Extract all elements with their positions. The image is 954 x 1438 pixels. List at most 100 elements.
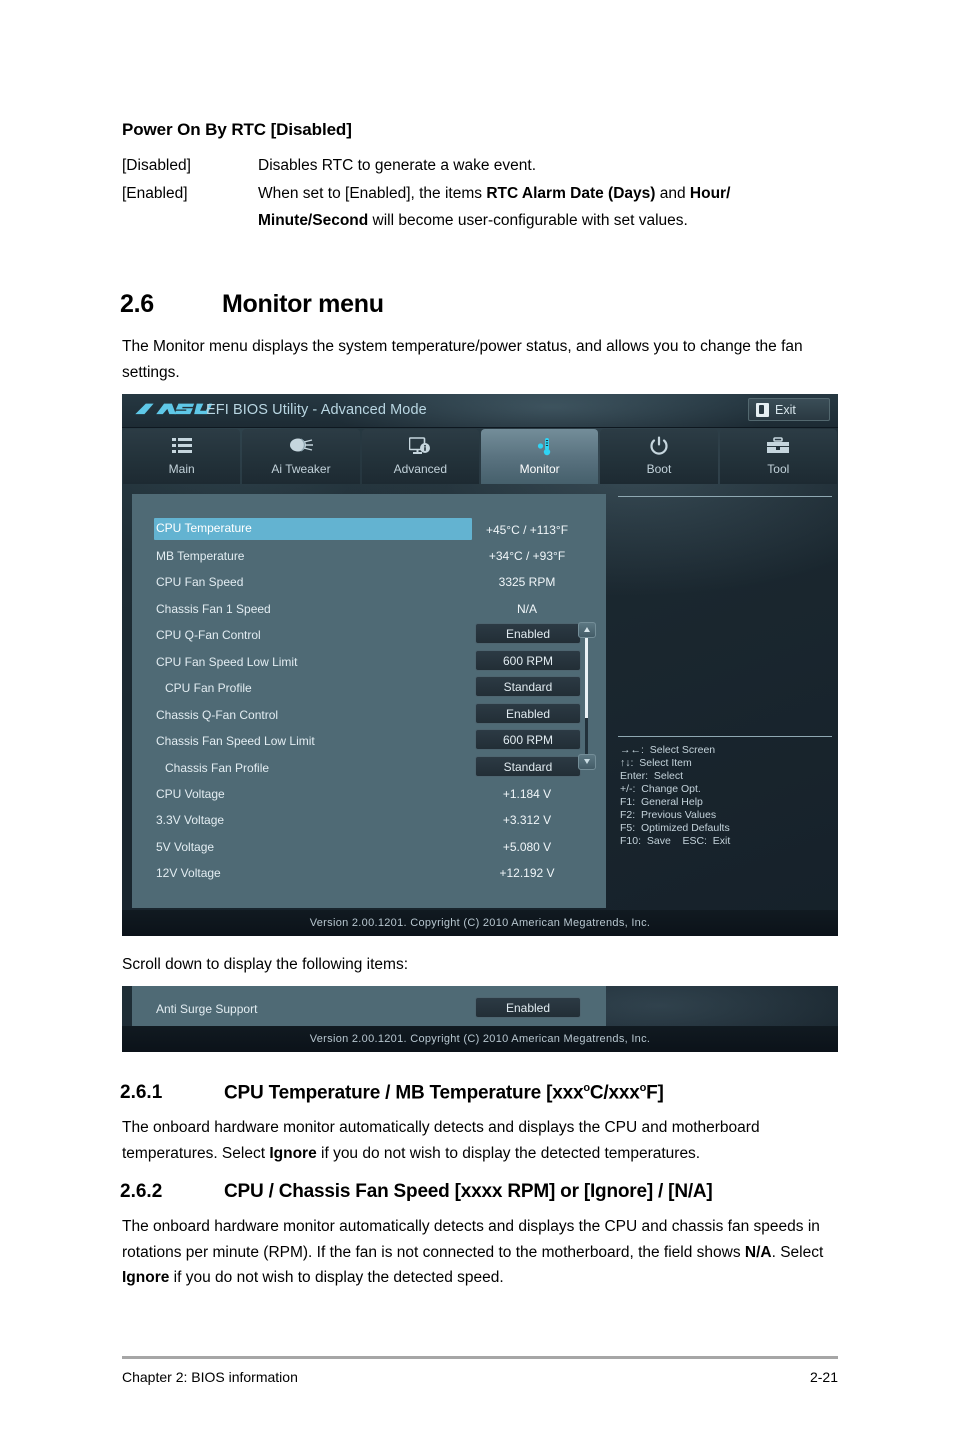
tuning-knob-icon	[288, 435, 314, 457]
scroll-up-arrow-icon[interactable]	[578, 622, 596, 638]
row-cpu-voltage[interactable]: CPU Voltage +1.184 V	[132, 782, 606, 808]
scrollbar[interactable]	[577, 494, 597, 908]
row-chassis-q-fan-control[interactable]: Chassis Q-Fan Control Enabled	[132, 703, 606, 729]
row-label: Anti Surge Support	[156, 1002, 258, 1016]
row-cpu-fan-speed-low-limit[interactable]: CPU Fan Speed Low Limit 600 RPM	[132, 650, 606, 676]
option-def-disabled: Disables RTC to generate a wake event.	[258, 157, 537, 174]
row-label: MB Temperature	[156, 549, 245, 563]
key-legend: →←: Select Screen ↑↓: Select Item Enter:…	[620, 744, 731, 847]
row-mb-temperature[interactable]: MB Temperature +34°C / +93°F	[132, 544, 606, 570]
row-label: Chassis Fan Profile	[165, 761, 270, 775]
subsection-title-262: CPU / Chassis Fan Speed [xxxx RPM] or [I…	[224, 1181, 713, 1202]
exit-button[interactable]: Exit	[748, 398, 830, 421]
power-on-by-rtc-heading: Power On By RTC [Disabled]	[122, 120, 352, 139]
scrollbar-thumb[interactable]	[585, 638, 588, 718]
row-option-button[interactable]: Enabled	[475, 623, 581, 644]
row-label: CPU Fan Profile	[165, 681, 252, 695]
tab-advanced-label: Advanced	[393, 462, 447, 476]
row-option-button[interactable]: Standard	[475, 676, 581, 697]
bios-tabbar: Main Ai Tweaker Advanced Monitor Boot To…	[122, 427, 838, 484]
manual-page: Power On By RTC [Disabled] [Disabled] Di…	[0, 0, 954, 1438]
footer-rule	[122, 1356, 838, 1359]
row-value: +12.192 V	[499, 866, 555, 880]
row-cpu-fan-speed[interactable]: CPU Fan Speed 3325 RPM	[132, 570, 606, 596]
option-row-disabled: [Disabled] Disables RTC to generate a wa…	[122, 152, 842, 179]
section-title-26: Monitor menu	[222, 290, 384, 318]
row-option-button[interactable]: 600 RPM	[475, 729, 581, 750]
row-option-button[interactable]: Enabled	[475, 997, 581, 1018]
row-option-button[interactable]: 600 RPM	[475, 650, 581, 671]
row-value: +3.312 V	[502, 813, 552, 827]
bios-screenshot-anti-surge: Anti Surge Support Enabled Version 2.00.…	[122, 986, 838, 1052]
exit-door-icon	[756, 402, 769, 417]
row-option-button[interactable]: Enabled	[475, 703, 581, 724]
tab-monitor[interactable]: Monitor	[480, 429, 599, 484]
scroll-down-arrow-icon[interactable]	[578, 754, 596, 770]
option-row-enabled: [Enabled] When set to [Enabled], the ite…	[122, 180, 842, 234]
bios-screenshot-monitor: EFI BIOS Utility - Advanced Mode Exit Ma…	[122, 394, 838, 936]
tab-monitor-label: Monitor	[519, 462, 560, 476]
row-5v-voltage[interactable]: 5V Voltage +5.080 V	[132, 835, 606, 861]
tab-ai-tweaker-label: Ai Tweaker	[271, 462, 331, 476]
row-label: CPU Fan Speed Low Limit	[156, 655, 298, 669]
footer-page-number: 2-21	[809, 1369, 838, 1385]
row-cpu-q-fan-control[interactable]: CPU Q-Fan Control Enabled	[132, 623, 606, 649]
row-value: +34°C / +93°F	[488, 549, 566, 563]
row-label: CPU Q-Fan Control	[156, 628, 261, 642]
anti-surge-pane: Anti Surge Support Enabled	[132, 986, 606, 1031]
bios-body: CPU Temperature +45°C / +113°F MB Temper…	[122, 484, 838, 910]
subsection-body-261: The onboard hardware monitor automatical…	[122, 1119, 760, 1162]
section-number-26: 2.6	[120, 290, 154, 318]
row-value: N/A	[516, 602, 537, 616]
option-term-disabled: [Disabled]	[122, 157, 191, 174]
row-label: CPU Temperature	[156, 521, 252, 535]
option-term-enabled: [Enabled]	[122, 185, 188, 202]
row-33v-voltage[interactable]: 3.3V Voltage +3.312 V	[132, 808, 606, 834]
subsection-number-261: 2.6.1	[120, 1082, 163, 1103]
subsection-title-261: CPU Temperature / MB Temperature [xxxoC/…	[224, 1082, 664, 1104]
subsection-number-262: 2.6.2	[120, 1181, 163, 1202]
row-value: 3325 RPM	[498, 575, 556, 589]
row-12v-voltage[interactable]: 12V Voltage +12.192 V	[132, 861, 606, 887]
row-chassis-fan-1-speed[interactable]: Chassis Fan 1 Speed N/A	[132, 597, 606, 623]
tab-ai-tweaker[interactable]: Ai Tweaker	[242, 429, 360, 484]
row-value: +5.080 V	[502, 840, 552, 854]
power-icon	[649, 435, 669, 457]
row-cpu-temperature[interactable]: CPU Temperature +45°C / +113°F	[132, 518, 606, 544]
row-cpu-fan-profile[interactable]: CPU Fan Profile Standard	[132, 676, 606, 702]
row-chassis-fan-speed-low-limit[interactable]: Chassis Fan Speed Low Limit 600 RPM	[132, 729, 606, 755]
row-label: CPU Fan Speed	[156, 575, 244, 589]
tab-main[interactable]: Main	[123, 429, 241, 484]
scrollbar-track[interactable]	[585, 638, 588, 755]
tab-tool[interactable]: Tool	[719, 429, 837, 484]
row-label: 3.3V Voltage	[156, 813, 225, 827]
bios-version-text: Version 2.00.1201. Copyright (C) 2010 Am…	[309, 917, 651, 929]
exit-button-label: Exit	[775, 402, 796, 417]
bios2-version-footer: Version 2.00.1201. Copyright (C) 2010 Am…	[122, 1026, 838, 1052]
help-divider-mid	[618, 736, 832, 737]
row-label: Chassis Fan Speed Low Limit	[156, 734, 315, 748]
asus-logo	[135, 403, 213, 415]
footer-chapter: Chapter 2: BIOS information	[122, 1369, 298, 1385]
row-label: Chassis Fan 1 Speed	[156, 602, 271, 616]
section-intro-26: The Monitor menu displays the system tem…	[122, 338, 803, 381]
row-value: +45°C / +113°F	[485, 523, 569, 537]
row-label: 5V Voltage	[156, 840, 215, 854]
bios-version-footer: Version 2.00.1201. Copyright (C) 2010 Am…	[122, 910, 838, 936]
bios-title: EFI BIOS Utility - Advanced Mode	[206, 402, 427, 418]
tab-tool-label: Tool	[767, 462, 790, 476]
tab-boot[interactable]: Boot	[600, 429, 718, 484]
bios-titlebar: EFI BIOS Utility - Advanced Mode Exit	[122, 394, 838, 428]
row-label: Chassis Q-Fan Control	[156, 708, 279, 722]
tab-advanced[interactable]: Advanced	[361, 429, 479, 484]
tab-boot-label: Boot	[646, 462, 672, 476]
list-icon	[171, 435, 192, 457]
row-anti-surge-support[interactable]: Anti Surge Support Enabled	[132, 997, 606, 1023]
bios2-version-text: Version 2.00.1201. Copyright (C) 2010 Am…	[309, 1033, 651, 1045]
subsection-body-262: The onboard hardware monitor automatical…	[122, 1218, 824, 1286]
monitor-info-icon	[409, 435, 431, 457]
row-option-button[interactable]: Standard	[475, 756, 581, 777]
help-pane: →←: Select Screen ↑↓: Select Item Enter:…	[610, 494, 834, 908]
row-chassis-fan-profile[interactable]: Chassis Fan Profile Standard	[132, 756, 606, 782]
tab-main-label: Main	[168, 462, 195, 476]
